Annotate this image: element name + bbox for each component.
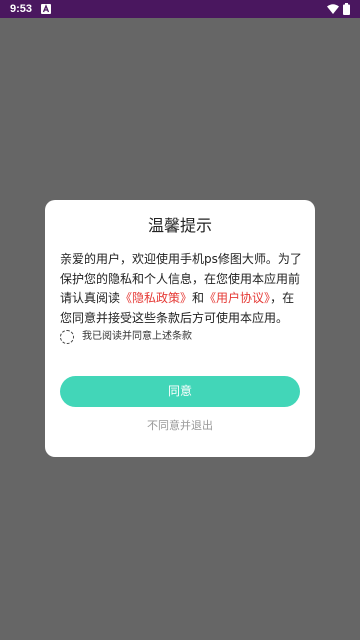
battery-icon (343, 3, 350, 15)
dialog-title: 温馨提示 (147, 216, 212, 235)
body-and-text: 和 (192, 291, 205, 305)
status-bar: 9:53 (0, 0, 360, 18)
wifi-icon (327, 4, 339, 14)
agree-checkbox-row[interactable]: 我已阅读并同意上述条款 (60, 329, 192, 345)
privacy-policy-link[interactable]: 《隐私政策》 (120, 291, 192, 305)
privacy-dialog: 温馨提示 亲爱的用户，欢迎使用手机ps修图大师。为了保护您的隐私和个人信息，在您… (45, 200, 315, 457)
agree-checkbox-label[interactable]: 我已阅读并同意上述条款 (82, 330, 192, 344)
notification-a-icon (41, 4, 51, 14)
agree-checkbox[interactable] (60, 330, 74, 344)
user-agreement-link[interactable]: 《用户协议》 (204, 291, 270, 305)
status-icons (327, 3, 350, 15)
decline-exit-button[interactable]: 不同意并退出 (45, 418, 315, 434)
agree-button[interactable]: 同意 (60, 376, 300, 407)
status-time: 9:53 (10, 3, 33, 15)
dialog-body-text: 亲爱的用户，欢迎使用手机ps修图大师。为了保护您的隐私和个人信息，在您使用本应用… (60, 250, 305, 328)
